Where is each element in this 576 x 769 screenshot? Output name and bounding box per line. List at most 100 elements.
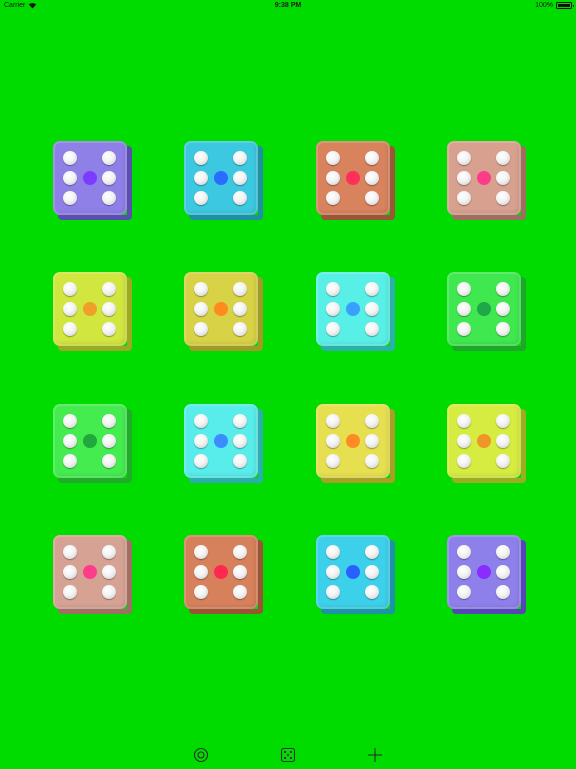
die-center-marker: [83, 434, 97, 448]
die-face: [316, 535, 390, 609]
die-pip: [102, 282, 116, 296]
die-pip: [457, 282, 471, 296]
die-pip: [102, 454, 116, 468]
die-pip: [496, 322, 510, 336]
die-pip: [496, 171, 510, 185]
die-face: [316, 141, 390, 215]
target-icon: [193, 747, 209, 763]
die[interactable]: [184, 535, 263, 614]
die-pip: [326, 585, 340, 599]
die-pip: [102, 151, 116, 165]
die-pip: [457, 302, 471, 316]
die-side: [390, 409, 395, 483]
die-pip: [102, 191, 116, 205]
die-pip: [194, 585, 208, 599]
die-side: [321, 346, 395, 351]
die-pip: [63, 322, 77, 336]
die-face: [53, 272, 127, 346]
die[interactable]: [447, 141, 526, 220]
die[interactable]: [53, 404, 132, 483]
die[interactable]: [184, 272, 263, 351]
die-side: [521, 540, 526, 614]
die[interactable]: [184, 141, 263, 220]
settings-button[interactable]: [192, 746, 210, 764]
die-pip: [194, 454, 208, 468]
die-pip: [457, 565, 471, 579]
die-pip: [365, 191, 379, 205]
die-side: [189, 215, 263, 220]
die-pip: [194, 434, 208, 448]
die-pip: [233, 545, 247, 559]
die-pip: [457, 434, 471, 448]
die-side: [58, 346, 132, 351]
die-side: [452, 478, 526, 483]
die[interactable]: [316, 404, 395, 483]
add-button[interactable]: [366, 746, 384, 764]
die-pip: [457, 454, 471, 468]
die-pip: [233, 302, 247, 316]
die-pip: [194, 322, 208, 336]
die[interactable]: [316, 272, 395, 351]
die-center-marker: [346, 302, 360, 316]
die-pip: [194, 414, 208, 428]
die-pip: [102, 545, 116, 559]
die-pip: [365, 151, 379, 165]
die-side: [321, 215, 395, 220]
die-pip: [233, 171, 247, 185]
die-face: [316, 272, 390, 346]
die-side: [521, 409, 526, 483]
die-center-marker: [477, 171, 491, 185]
die-center-marker: [214, 302, 228, 316]
die-side: [258, 409, 263, 483]
die-pip: [63, 585, 77, 599]
die[interactable]: [447, 272, 526, 351]
die-pip: [457, 191, 471, 205]
plus-icon: [368, 748, 382, 762]
die[interactable]: [53, 141, 132, 220]
die-pip: [233, 322, 247, 336]
die-side: [258, 146, 263, 220]
die-face: [184, 272, 258, 346]
dice-board: [0, 0, 576, 700]
roll-button[interactable]: [279, 746, 297, 764]
die-face: [184, 141, 258, 215]
die-pip: [63, 454, 77, 468]
die[interactable]: [53, 535, 132, 614]
die[interactable]: [447, 404, 526, 483]
die[interactable]: [53, 272, 132, 351]
die-pip: [365, 414, 379, 428]
die-pip: [102, 322, 116, 336]
die-pip: [194, 302, 208, 316]
die[interactable]: [447, 535, 526, 614]
die-pip: [365, 565, 379, 579]
die-pip: [194, 282, 208, 296]
die[interactable]: [316, 535, 395, 614]
die-pip: [496, 545, 510, 559]
die-side: [390, 146, 395, 220]
die-pip: [63, 191, 77, 205]
die-pip: [496, 565, 510, 579]
die-side: [321, 478, 395, 483]
bottom-toolbar: [0, 740, 576, 768]
die-pip: [457, 322, 471, 336]
die-side: [521, 277, 526, 351]
die[interactable]: [184, 404, 263, 483]
die-side: [390, 540, 395, 614]
die-pip: [233, 282, 247, 296]
die-center-marker: [477, 302, 491, 316]
die-pip: [326, 191, 340, 205]
die-pip: [365, 302, 379, 316]
die-pip: [457, 151, 471, 165]
die[interactable]: [316, 141, 395, 220]
die-pip: [233, 191, 247, 205]
dice-icon: [280, 747, 296, 763]
die-pip: [233, 585, 247, 599]
die-pip: [194, 565, 208, 579]
die-side: [452, 346, 526, 351]
die-pip: [194, 191, 208, 205]
die-pip: [194, 545, 208, 559]
die-pip: [194, 171, 208, 185]
die-pip: [326, 545, 340, 559]
die-pip: [326, 282, 340, 296]
die-side: [258, 277, 263, 351]
